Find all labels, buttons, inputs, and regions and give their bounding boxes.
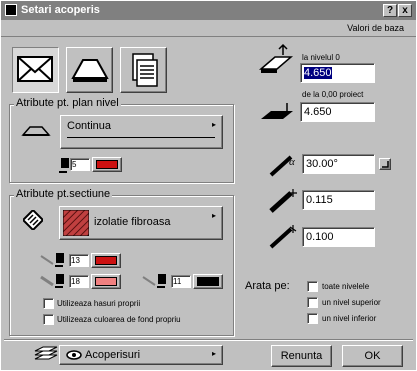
section-pen1-color-fill <box>95 256 117 265</box>
show-lower-level-checkbox[interactable] <box>307 313 318 324</box>
show-all-levels-label: toate nivelele <box>322 282 370 291</box>
project-zero-icon <box>261 103 293 119</box>
ok-button[interactable]: OK <box>342 345 403 367</box>
pitch-angle-input[interactable]: 30.00° <box>302 154 375 174</box>
close-button[interactable]: x <box>398 4 412 17</box>
plan-pen-color-swatch[interactable] <box>92 157 122 172</box>
show-on-label: Arata pe: <box>245 280 290 292</box>
show-upper-level-label: un nivel superior <box>322 298 381 307</box>
section-pen2-color-swatch[interactable] <box>91 274 121 289</box>
level-label: la nivelul 0 <box>302 53 340 62</box>
fill-pattern-swatch <box>63 210 89 236</box>
defaults-bar: Valori de baza <box>1 20 416 37</box>
section-hatch-icon <box>23 210 43 230</box>
line-preview <box>67 137 215 138</box>
section-pen3-number-input[interactable]: 11 <box>171 275 191 288</box>
roof-level-icon <box>258 43 294 73</box>
section-pen1-number-input[interactable]: 13 <box>69 254 89 267</box>
dialog-window: Setari acoperis ? x Valori de baza Atrib… <box>0 0 417 371</box>
show-lower-level-label: un nivel inferior <box>322 314 377 323</box>
eye-icon <box>66 350 82 360</box>
plan-pen-number-input[interactable]: 5 <box>70 158 90 171</box>
use-own-hatch-checkbox[interactable] <box>43 298 54 309</box>
chevron-right-icon: ▸ <box>211 120 216 129</box>
section-contour-pen-icon <box>40 253 64 267</box>
layers-icon <box>34 346 58 360</box>
roof-outline-icon <box>21 126 51 136</box>
svg-text:α: α <box>289 156 295 168</box>
hip-roof-icon <box>71 59 109 82</box>
section-pen2-number-input[interactable]: 18 <box>69 275 89 288</box>
roof-thickness-input[interactable]: 0.115 <box>302 190 375 210</box>
section-fill-pen-icon <box>40 274 64 288</box>
pitch-angle-icon: α <box>269 155 295 177</box>
layer-selector[interactable]: Acoperisuri ▸ <box>59 345 223 365</box>
chevron-right-icon: ▸ <box>211 211 216 220</box>
show-all-levels-checkbox[interactable] <box>307 281 318 292</box>
show-upper-level-checkbox[interactable] <box>307 297 318 308</box>
angle-unit-toggle[interactable] <box>379 158 391 170</box>
level-height-input[interactable]: 4.650 <box>300 63 375 83</box>
fill-name-label: izolatie fibroasa <box>94 216 171 228</box>
fill-type-selector[interactable]: izolatie fibroasa ▸ <box>59 206 223 240</box>
use-own-bg-checkbox[interactable] <box>43 314 54 325</box>
section-pen2-color-fill <box>95 277 117 286</box>
plan-group-legend: Atribute pt. plan nivel <box>14 97 121 109</box>
line-type-selector[interactable]: Continua ▸ <box>60 115 223 149</box>
pen-icon <box>59 158 69 173</box>
use-own-bg-label: Utilizeaza culoarea de fond propriu <box>57 315 181 324</box>
line-type-label: Continua <box>67 120 112 132</box>
help-button[interactable]: ? <box>383 4 397 17</box>
roof-vertical-thickness-icon <box>269 225 297 249</box>
layer-name-label: Acoperisuri <box>85 349 141 361</box>
roof-type-single-plane-button[interactable] <box>12 47 59 93</box>
project-height-input[interactable]: 4.650 <box>300 102 375 122</box>
section-background-pen-icon <box>142 274 166 288</box>
section-pen1-color-swatch[interactable] <box>91 253 121 268</box>
roof-settings-sheet-button[interactable] <box>120 47 167 93</box>
cancel-button[interactable]: Renunta <box>271 345 332 367</box>
window-title: Setari acoperis <box>21 4 100 16</box>
app-icon <box>5 4 17 16</box>
single-plane-roof-icon <box>17 56 53 82</box>
plan-pen-color-fill <box>96 160 118 169</box>
section-pen3-color-swatch[interactable] <box>193 274 223 289</box>
defaults-label: Valori de baza <box>347 23 404 33</box>
chevron-right-icon: ▸ <box>211 349 216 358</box>
footer-divider <box>4 339 413 340</box>
project-zero-label: de la 0,00 proiect <box>302 90 364 99</box>
roof-vertical-thickness-input[interactable]: 0.100 <box>302 227 375 247</box>
corner-icon <box>382 161 389 168</box>
section-group-legend: Atribute pt.sectiune <box>14 188 113 200</box>
settings-sheet-icon <box>132 53 158 87</box>
title-bar[interactable]: Setari acoperis ? x <box>1 1 416 20</box>
section-pen3-color-fill <box>197 277 219 286</box>
use-own-hatch-label: Utilizeaza hasuri proprii <box>57 299 141 308</box>
level-height-value: 4.650 <box>304 67 332 79</box>
roof-type-hip-button[interactable] <box>66 47 113 93</box>
roof-thickness-icon <box>269 189 297 213</box>
